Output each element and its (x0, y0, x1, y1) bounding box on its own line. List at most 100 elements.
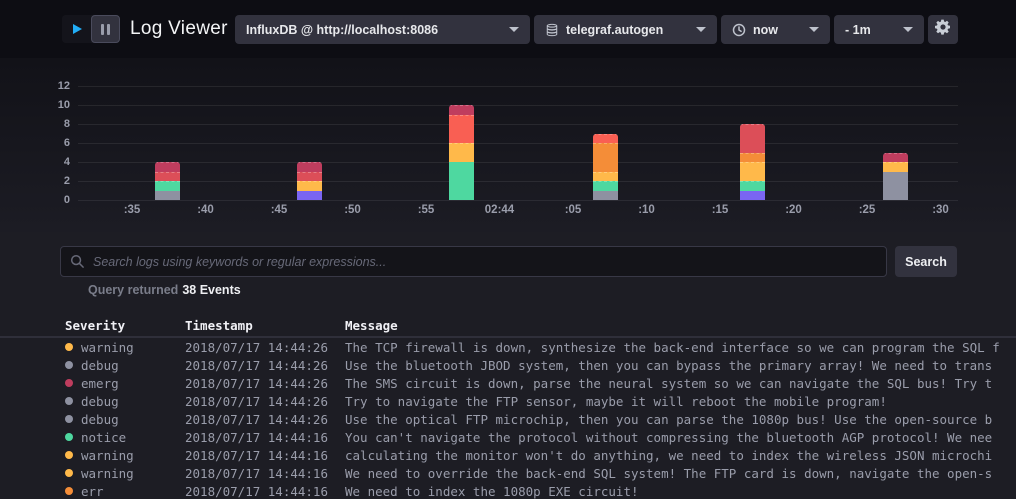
column-header-timestamp: Timestamp (185, 318, 345, 336)
y-axis-label: 10 (28, 98, 70, 112)
timestamp-cell: 2018/07/17 14:44:26 (185, 358, 345, 373)
message-cell: We need to override the back-end SQL sys… (345, 466, 1016, 481)
bar-segment-notice (593, 181, 618, 191)
query-summary: Query returned 38 Events (88, 283, 241, 297)
bar-segment-alert (740, 124, 765, 153)
y-gridline (78, 124, 958, 125)
y-axis-label: 12 (28, 79, 70, 93)
pause-button[interactable] (91, 15, 120, 43)
bar-segment-warning (593, 172, 618, 182)
search-button[interactable]: Search (895, 246, 957, 277)
chevron-down-icon (696, 27, 706, 32)
log-table-row[interactable]: notice2018/07/17 14:44:16You can't navig… (0, 428, 1016, 446)
column-header-message: Message (345, 318, 1016, 336)
bar-segment-emerg (155, 162, 180, 172)
x-axis-label: 02:44 (468, 204, 532, 216)
bar-segment-alert (297, 172, 322, 182)
x-axis-label: :45 (247, 204, 311, 216)
time-dropdown[interactable]: now (721, 15, 830, 44)
timestamp-cell: 2018/07/17 14:44:26 (185, 376, 345, 391)
y-gridline (78, 181, 958, 182)
log-table: Severity Timestamp Message warning2018/0… (0, 318, 1016, 499)
query-summary-prefix: Query returned (88, 283, 178, 297)
bar-segment-crit (449, 115, 474, 144)
log-table-row[interactable]: warning 2018/07/17 14:44:16We need to ove… (0, 464, 1016, 482)
severity-cell: debug (65, 358, 185, 373)
y-axis-label: 2 (28, 174, 70, 188)
log-panel: Search Query returned 38 Events Severity … (0, 232, 1016, 499)
severity-dot (65, 361, 73, 369)
severity-label: debug (81, 412, 119, 427)
bar-segment-warning (883, 162, 908, 172)
severity-label: notice (81, 430, 126, 445)
range-dropdown[interactable]: - 1m (834, 15, 924, 44)
log-table-row[interactable]: warning2018/07/17 14:44:16calculating th… (0, 446, 1016, 464)
log-table-row[interactable]: emerg 2018/07/17 14:44:26The SMS circuit … (0, 374, 1016, 392)
settings-button[interactable] (928, 15, 958, 44)
column-header-severity: Severity (65, 318, 185, 336)
event-histogram: 024681012:35:40:45:50:5502:44:05:10:15:2… (0, 58, 1016, 232)
severity-label: emerg (81, 376, 119, 391)
severity-dot (65, 433, 73, 441)
header-bar: Log Viewer InfluxDB @ http://localhost:8… (0, 0, 1016, 58)
bar-segment-emerg (883, 153, 908, 163)
pause-icon (101, 24, 110, 35)
severity-dot (65, 469, 73, 477)
severity-cell: emerg (65, 376, 185, 391)
message-cell: Use the bluetooth JBOD system, then you … (345, 358, 1016, 373)
severity-cell: debug (65, 394, 185, 409)
severity-cell: debug (65, 412, 185, 427)
severity-cell: err (65, 484, 185, 499)
database-dropdown-label: telegraf.autogen (566, 23, 663, 37)
bar-segment-debug (883, 172, 908, 201)
bar-segment-warning (449, 143, 474, 162)
message-cell: Use the optical FTP microchip, then you … (345, 412, 1016, 427)
bar-segment-info (297, 191, 322, 201)
severity-cell: warning (65, 466, 185, 481)
message-cell: The SMS circuit is down, parse the neura… (345, 376, 1016, 391)
histogram-bar (155, 162, 180, 200)
severity-label: warning (81, 340, 134, 355)
timestamp-cell: 2018/07/17 14:44:26 (185, 340, 345, 355)
log-table-body: warning2018/07/17 14:44:26The TCP firewa… (0, 338, 1016, 499)
database-icon (545, 23, 559, 37)
log-table-row[interactable]: debug 2018/07/17 14:44:26Use the bluetoot… (0, 356, 1016, 374)
x-axis-label: :15 (688, 204, 752, 216)
playback-controls (62, 15, 120, 43)
bar-segment-debug (593, 191, 618, 201)
bar-segment-alert (155, 172, 180, 182)
log-table-row[interactable]: debug2018/07/17 14:44:26Use the optical … (0, 410, 1016, 428)
severity-label: debug (81, 394, 119, 409)
x-axis-label: :10 (615, 204, 679, 216)
timestamp-cell: 2018/07/17 14:44:16 (185, 430, 345, 445)
search-input[interactable] (60, 246, 887, 277)
page-title: Log Viewer (130, 18, 228, 40)
y-gridline (78, 200, 958, 201)
search-icon (70, 254, 85, 269)
severity-label: debug (81, 358, 119, 373)
y-gridline (78, 162, 958, 163)
x-axis-label: :05 (541, 204, 605, 216)
x-axis-label: :35 (100, 204, 164, 216)
x-axis-label: :55 (394, 204, 458, 216)
y-axis-label: 0 (28, 193, 70, 207)
severity-label: warning (81, 466, 134, 481)
bar-segment-notice (449, 162, 474, 200)
database-dropdown[interactable]: telegraf.autogen (534, 15, 717, 44)
source-dropdown[interactable]: InfluxDB @ http://localhost:8086 (235, 15, 530, 44)
y-axis-label: 4 (28, 155, 70, 169)
message-cell: Try to navigate the FTP sensor, maybe it… (345, 394, 1016, 409)
y-axis-label: 6 (28, 136, 70, 150)
severity-dot (65, 487, 73, 495)
log-table-row[interactable]: debug2018/07/17 14:44:26Try to navigate … (0, 392, 1016, 410)
timestamp-cell: 2018/07/17 14:44:16 (185, 466, 345, 481)
event-count: 38 Events (182, 283, 240, 297)
bar-segment-emerg (297, 162, 322, 172)
y-gridline (78, 105, 958, 106)
play-button[interactable] (62, 15, 91, 43)
log-table-row[interactable]: err2018/07/17 14:44:16We need to index t… (0, 482, 1016, 499)
log-table-row[interactable]: warning2018/07/17 14:44:26The TCP firewa… (0, 338, 1016, 356)
y-axis-label: 8 (28, 117, 70, 131)
bar-segment-err (740, 153, 765, 163)
bar-segment-debug (155, 191, 180, 201)
